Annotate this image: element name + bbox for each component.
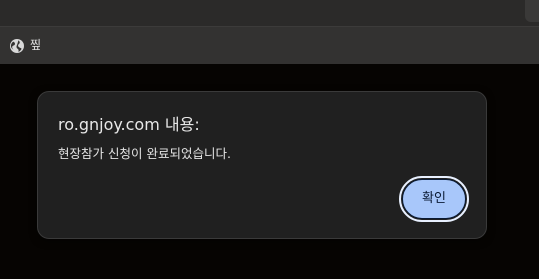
bookmarks-bar: 찦 xyxy=(0,26,539,64)
alert-dialog: ro.gnjoy.com 내용: 현장참가 신청이 완료되었습니다. 확인 xyxy=(37,91,487,239)
browser-tab-strip xyxy=(0,0,539,26)
globe-icon[interactable] xyxy=(9,38,25,54)
page-content: ro.gnjoy.com 내용: 현장참가 신청이 완료되었습니다. 확인 xyxy=(0,64,539,279)
dialog-title: ro.gnjoy.com 내용: xyxy=(58,115,200,134)
tab-strip-edge xyxy=(525,0,539,22)
ok-button[interactable]: 확인 xyxy=(402,179,466,219)
dialog-message: 현장참가 신청이 완료되었습니다. xyxy=(58,146,231,161)
bookmark-label[interactable]: 찦 xyxy=(30,37,41,53)
